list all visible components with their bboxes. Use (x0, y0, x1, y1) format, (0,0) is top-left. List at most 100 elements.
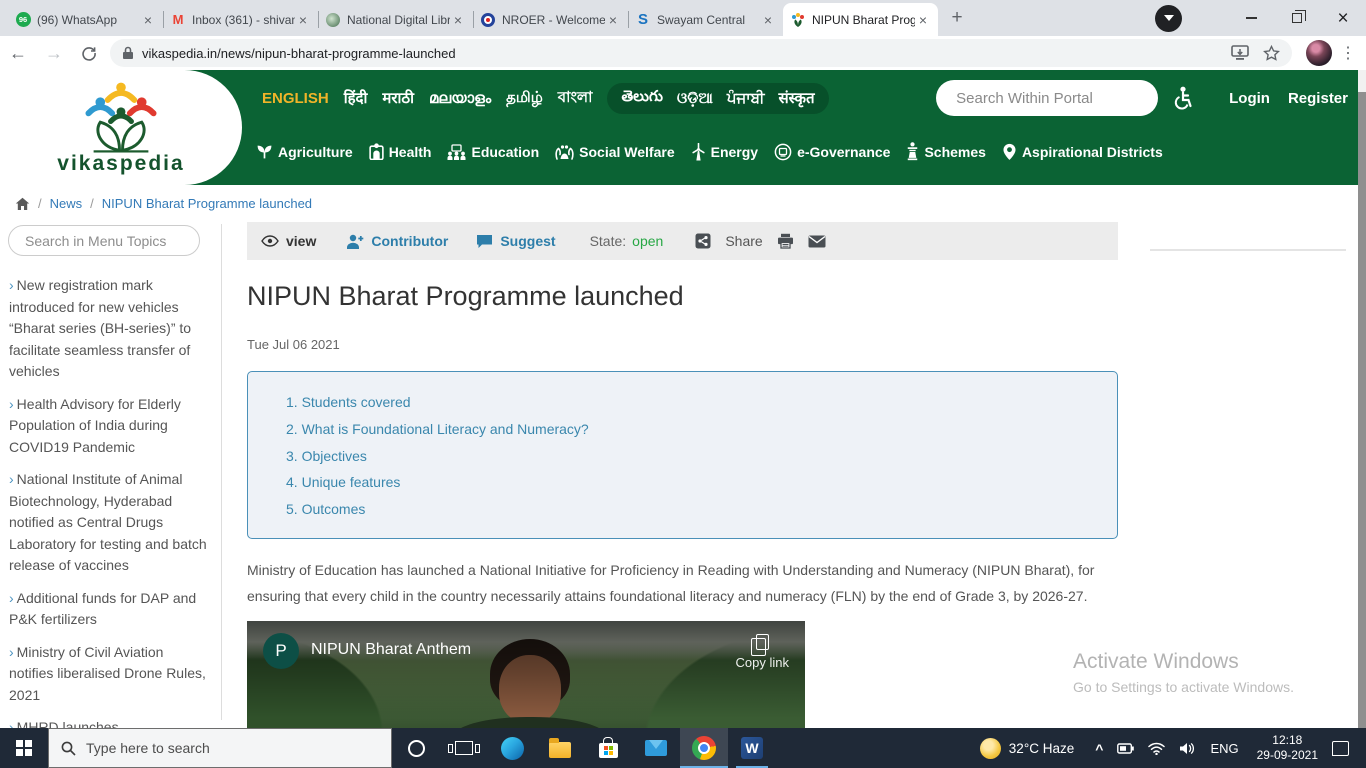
register-link[interactable]: Register (1288, 90, 1348, 107)
language-tamil[interactable]: தமிழ் (506, 89, 543, 108)
language-english[interactable]: ENGLISH (262, 90, 329, 107)
nav-item-agriculture[interactable]: Agriculture (256, 143, 353, 160)
keyboard-language[interactable]: ENG (1210, 741, 1238, 756)
language-hindi[interactable]: हिंदी (344, 88, 368, 108)
sidebar-news-link[interactable]: ›New registration mark introduced for ne… (9, 275, 208, 383)
caret-down-icon (1164, 15, 1174, 21)
page-scrollbar[interactable] (1358, 70, 1366, 728)
nav-item-schemes[interactable]: Schemes (906, 142, 985, 161)
home-icon[interactable] (15, 197, 30, 211)
tab-whatsapp[interactable]: 96 (96) WhatsApp × (8, 3, 163, 36)
wifi-icon[interactable] (1148, 742, 1165, 755)
minimize-button[interactable] (1228, 0, 1274, 36)
language-bengali[interactable]: বাংলা (558, 86, 593, 111)
video-channel-avatar[interactable]: P (263, 633, 299, 669)
omnibox[interactable]: vikaspedia.in/news/nipun-bharat-programm… (110, 39, 1292, 67)
print-icon[interactable] (777, 233, 794, 249)
new-tab-button[interactable]: + (942, 4, 972, 34)
taskbar-search[interactable] (48, 728, 392, 768)
mail-button[interactable] (632, 728, 680, 768)
tab-nipun-bharat-active[interactable]: NIPUN Bharat Progran × (783, 3, 938, 36)
volume-icon[interactable] (1179, 742, 1195, 755)
contributor-button[interactable]: Contributor (346, 233, 448, 249)
toc-link-students-covered[interactable]: Students covered (286, 389, 1097, 416)
language-malayalam[interactable]: മലയാളം (429, 90, 491, 107)
login-link[interactable]: Login (1229, 90, 1270, 107)
email-icon[interactable] (808, 235, 826, 248)
tab-close-icon[interactable]: × (605, 12, 621, 28)
refresh-icon[interactable] (81, 45, 97, 61)
mail-icon (645, 740, 667, 756)
language-marathi[interactable]: मराठी (382, 88, 414, 108)
microsoft-store-button[interactable] (584, 728, 632, 768)
task-view-button[interactable] (440, 728, 488, 768)
vikaspedia-logo[interactable]: vikaspedia (0, 70, 242, 185)
bookmark-star-icon[interactable] (1263, 45, 1280, 61)
toc-link-what-is-fln[interactable]: What is Foundational Literacy and Numera… (286, 416, 1097, 443)
suggest-button[interactable]: Suggest (476, 233, 555, 249)
language-telugu[interactable]: తెలుగు (621, 88, 662, 109)
youtube-video-embed[interactable]: P NIPUN Bharat Anthem Copy link (247, 621, 805, 728)
start-button[interactable] (0, 728, 48, 768)
tab-close-icon[interactable]: × (450, 12, 466, 28)
restore-button[interactable] (1274, 0, 1320, 36)
tab-national-digital-library[interactable]: National Digital Librar × (318, 3, 473, 36)
language-punjabi[interactable]: ਪੰਜਾਬੀ (727, 90, 765, 107)
toc-link-unique-features[interactable]: Unique features (286, 469, 1097, 496)
menu-topics-search-input[interactable] (8, 225, 200, 256)
sidebar-news-link[interactable]: ›Health Advisory for Elderly Population … (9, 394, 208, 459)
profile-avatar[interactable] (1306, 40, 1332, 66)
nav-item-aspirational-districts[interactable]: Aspirational Districts (1002, 143, 1163, 161)
browser-menu-icon[interactable]: ⋮ (1340, 43, 1356, 63)
word-button[interactable]: W (728, 728, 776, 768)
taskbar-clock[interactable]: 12:18 29-09-2021 (1257, 733, 1318, 763)
sidebar-news-link[interactable]: ›National Institute of Animal Biotechnol… (9, 469, 208, 577)
share-icon[interactable] (695, 233, 711, 249)
language-sanskrit[interactable]: संस्कृत (779, 88, 815, 108)
language-odia[interactable]: ଓଡ଼ିଆ (677, 90, 713, 107)
share-label[interactable]: Share (725, 233, 762, 249)
scrollbar-thumb[interactable] (1358, 92, 1366, 728)
nav-item-social-welfare[interactable]: Social Welfare (555, 144, 674, 160)
copy-link-button[interactable]: Copy link (736, 631, 789, 670)
forward-icon[interactable]: → (45, 44, 63, 62)
view-button[interactable]: view (261, 233, 316, 249)
nav-item-energy[interactable]: Energy (691, 143, 758, 161)
tab-nroer[interactable]: NROER - Welcome × (473, 3, 628, 36)
nav-item-health[interactable]: Health (369, 143, 432, 160)
tab-close-icon[interactable]: × (140, 12, 156, 28)
tab-gmail[interactable]: M Inbox (361) - shivanity × (163, 3, 318, 36)
tab-close-icon[interactable]: × (295, 12, 311, 28)
tray-expand-icon[interactable]: ^ (1095, 741, 1103, 757)
toc-link-objectives[interactable]: Objectives (286, 443, 1097, 470)
close-window-button[interactable]: × (1320, 0, 1366, 36)
taskbar-weather[interactable]: 32°C Haze (980, 738, 1074, 759)
tab-close-icon[interactable]: × (760, 12, 776, 28)
media-controls-button[interactable] (1155, 5, 1182, 32)
file-explorer-button[interactable] (536, 728, 584, 768)
toc-link-outcomes[interactable]: Outcomes (286, 496, 1097, 523)
install-icon[interactable] (1231, 45, 1249, 61)
sidebar-news-link[interactable]: ›MHRD launches MANODARPAN initiative (9, 717, 208, 728)
back-icon[interactable]: ← (9, 44, 27, 62)
language-pill-group: తెలుగు ଓଡ଼ିଆ ਪੰਜਾਬੀ संस्कृत (607, 83, 828, 114)
taskbar-search-input[interactable] (86, 740, 379, 756)
video-title[interactable]: NIPUN Bharat Anthem (311, 641, 471, 659)
battery-icon[interactable] (1117, 743, 1134, 754)
action-center-icon[interactable] (1332, 741, 1349, 756)
sidebar-news-link[interactable]: ›Additional funds for DAP and P&K fertil… (9, 588, 208, 631)
accessibility-icon[interactable] (1174, 86, 1193, 110)
chrome-button[interactable] (680, 728, 728, 768)
vikaspedia-favicon (790, 12, 806, 28)
tab-close-icon[interactable]: × (915, 12, 931, 28)
portal-search-input[interactable] (936, 80, 1158, 116)
cortana-button[interactable] (392, 728, 440, 768)
breadcrumb-news-link[interactable]: News (50, 196, 83, 211)
tab-swayam[interactable]: S Swayam Central × (628, 3, 783, 36)
edge-button[interactable] (488, 728, 536, 768)
nav-item-education[interactable]: Education (447, 144, 539, 160)
nav-item-egovernance[interactable]: e-Governance (774, 143, 890, 161)
url-text[interactable]: vikaspedia.in/news/nipun-bharat-programm… (142, 46, 1223, 61)
sidebar-news-link[interactable]: ›Ministry of Civil Aviation notifies lib… (9, 642, 208, 707)
eye-icon (261, 235, 279, 247)
